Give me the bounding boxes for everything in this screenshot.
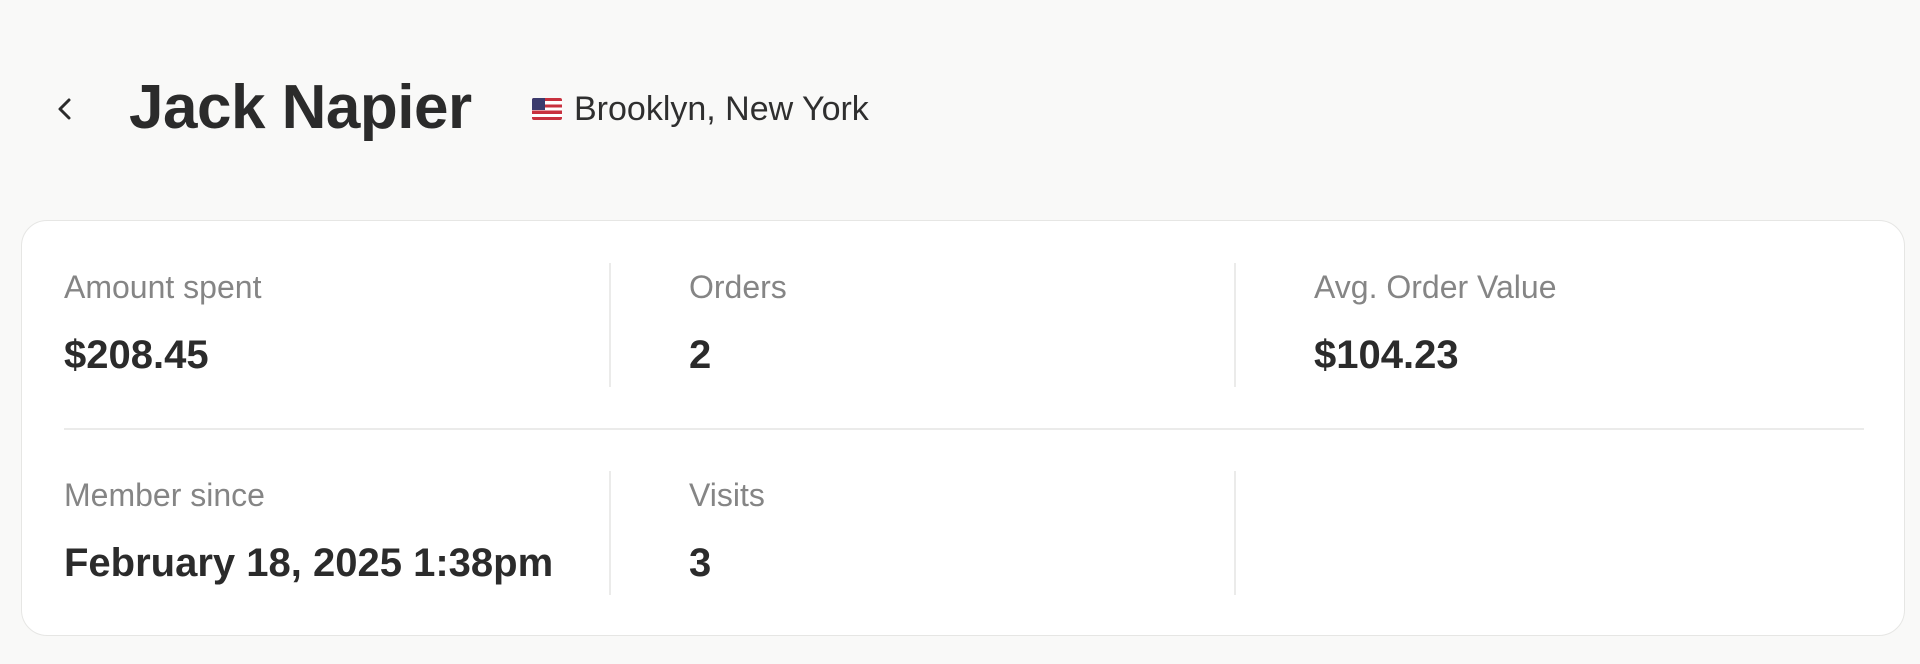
- stat-visits: Visits 3: [689, 475, 1249, 587]
- customer-name: Jack Napier: [129, 73, 472, 142]
- stat-member-since: Member since February 18, 2025 1:38pm: [64, 475, 624, 587]
- stat-label: Orders: [689, 269, 787, 305]
- stat-value: 3: [689, 541, 712, 585]
- stat-value: $104.23: [1314, 333, 1459, 377]
- customer-stats-card: Amount spent $208.45 Orders 2 Avg. Order…: [21, 220, 1905, 636]
- stat-avg-order-value: Avg. Order Value $104.23: [1314, 267, 1874, 379]
- stat-value: $208.45: [64, 333, 209, 377]
- stat-label: Member since: [64, 477, 265, 513]
- page-header: Jack Napier Brooklyn, New York: [0, 0, 1920, 220]
- customer-location: Brooklyn, New York: [532, 88, 869, 130]
- stat-label: Amount spent: [64, 269, 262, 305]
- stat-value: February 18, 2025 1:38pm: [64, 541, 554, 585]
- stat-label: Visits: [689, 477, 765, 513]
- stat-orders: Orders 2: [689, 267, 1249, 379]
- location-text: Brooklyn, New York: [574, 90, 869, 128]
- row-divider: [64, 428, 1864, 430]
- stat-label: Avg. Order Value: [1314, 269, 1557, 305]
- stat-amount-spent: Amount spent $208.45: [64, 267, 624, 379]
- chevron-left-icon: [58, 98, 71, 120]
- back-button[interactable]: [44, 82, 86, 136]
- stat-value: 2: [689, 333, 712, 377]
- us-flag-icon: [532, 98, 562, 120]
